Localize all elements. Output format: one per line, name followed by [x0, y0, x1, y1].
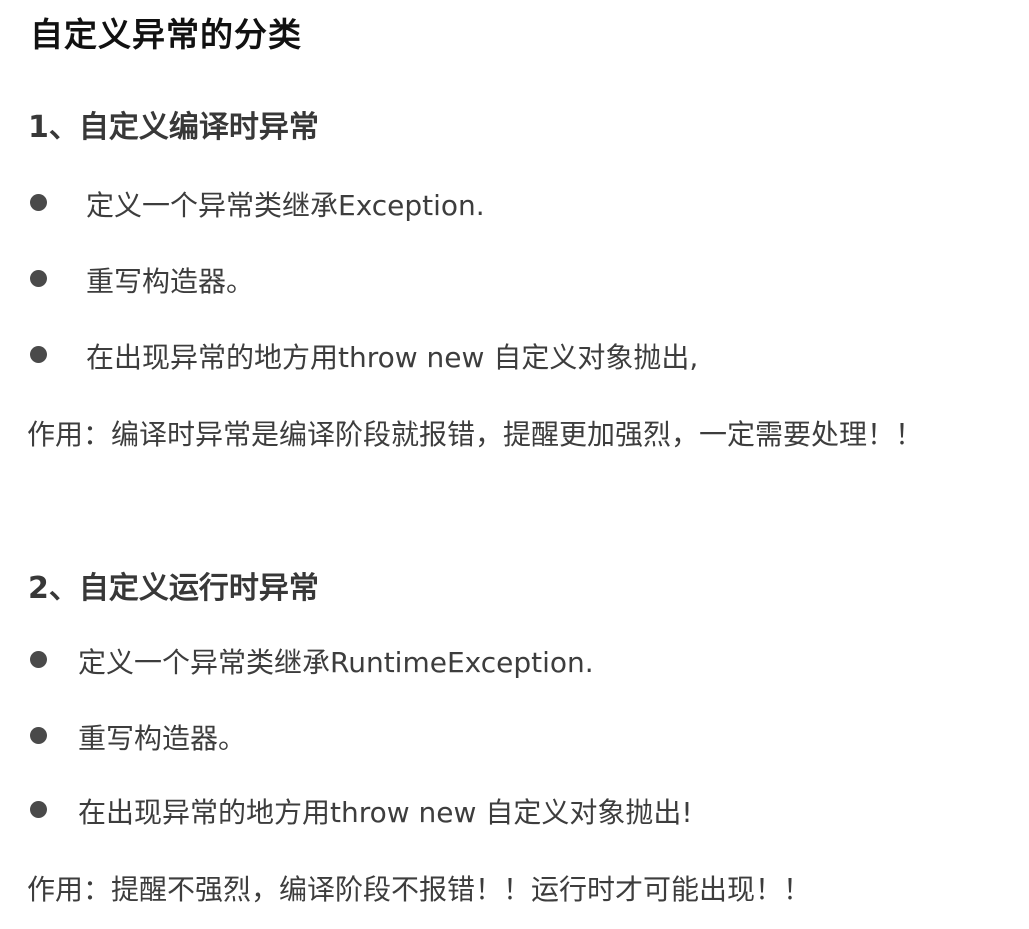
section-heading-compile-time: 1、自定义编译时异常 [28, 110, 319, 145]
bullet-icon [30, 270, 47, 287]
section-note: 作用：编译时异常是编译阶段就报错，提醒更加强烈，一定需要处理！！ [27, 418, 924, 451]
list-item-text: 定义一个异常类继承Exception. [86, 189, 485, 222]
bullet-icon [30, 346, 47, 363]
page-title: 自定义异常的分类 [30, 15, 302, 54]
list-item-text: 在出现异常的地方用throw new 自定义对象抛出, [86, 341, 699, 374]
bullet-icon [30, 801, 47, 818]
list-item-text: 重写构造器。 [86, 265, 255, 298]
list-item-text: 在出现异常的地方用throw new 自定义对象抛出! [78, 796, 693, 829]
bullet-icon [30, 727, 47, 744]
list-item-text: 定义一个异常类继承RuntimeException. [78, 646, 594, 679]
section-note: 作用：提醒不强烈，编译阶段不报错！！运行时才可能出现！！ [27, 873, 812, 906]
list-item-text: 重写构造器。 [78, 722, 247, 755]
section-heading-runtime: 2、自定义运行时异常 [28, 571, 319, 606]
bullet-icon [30, 651, 47, 668]
bullet-icon [30, 194, 47, 211]
